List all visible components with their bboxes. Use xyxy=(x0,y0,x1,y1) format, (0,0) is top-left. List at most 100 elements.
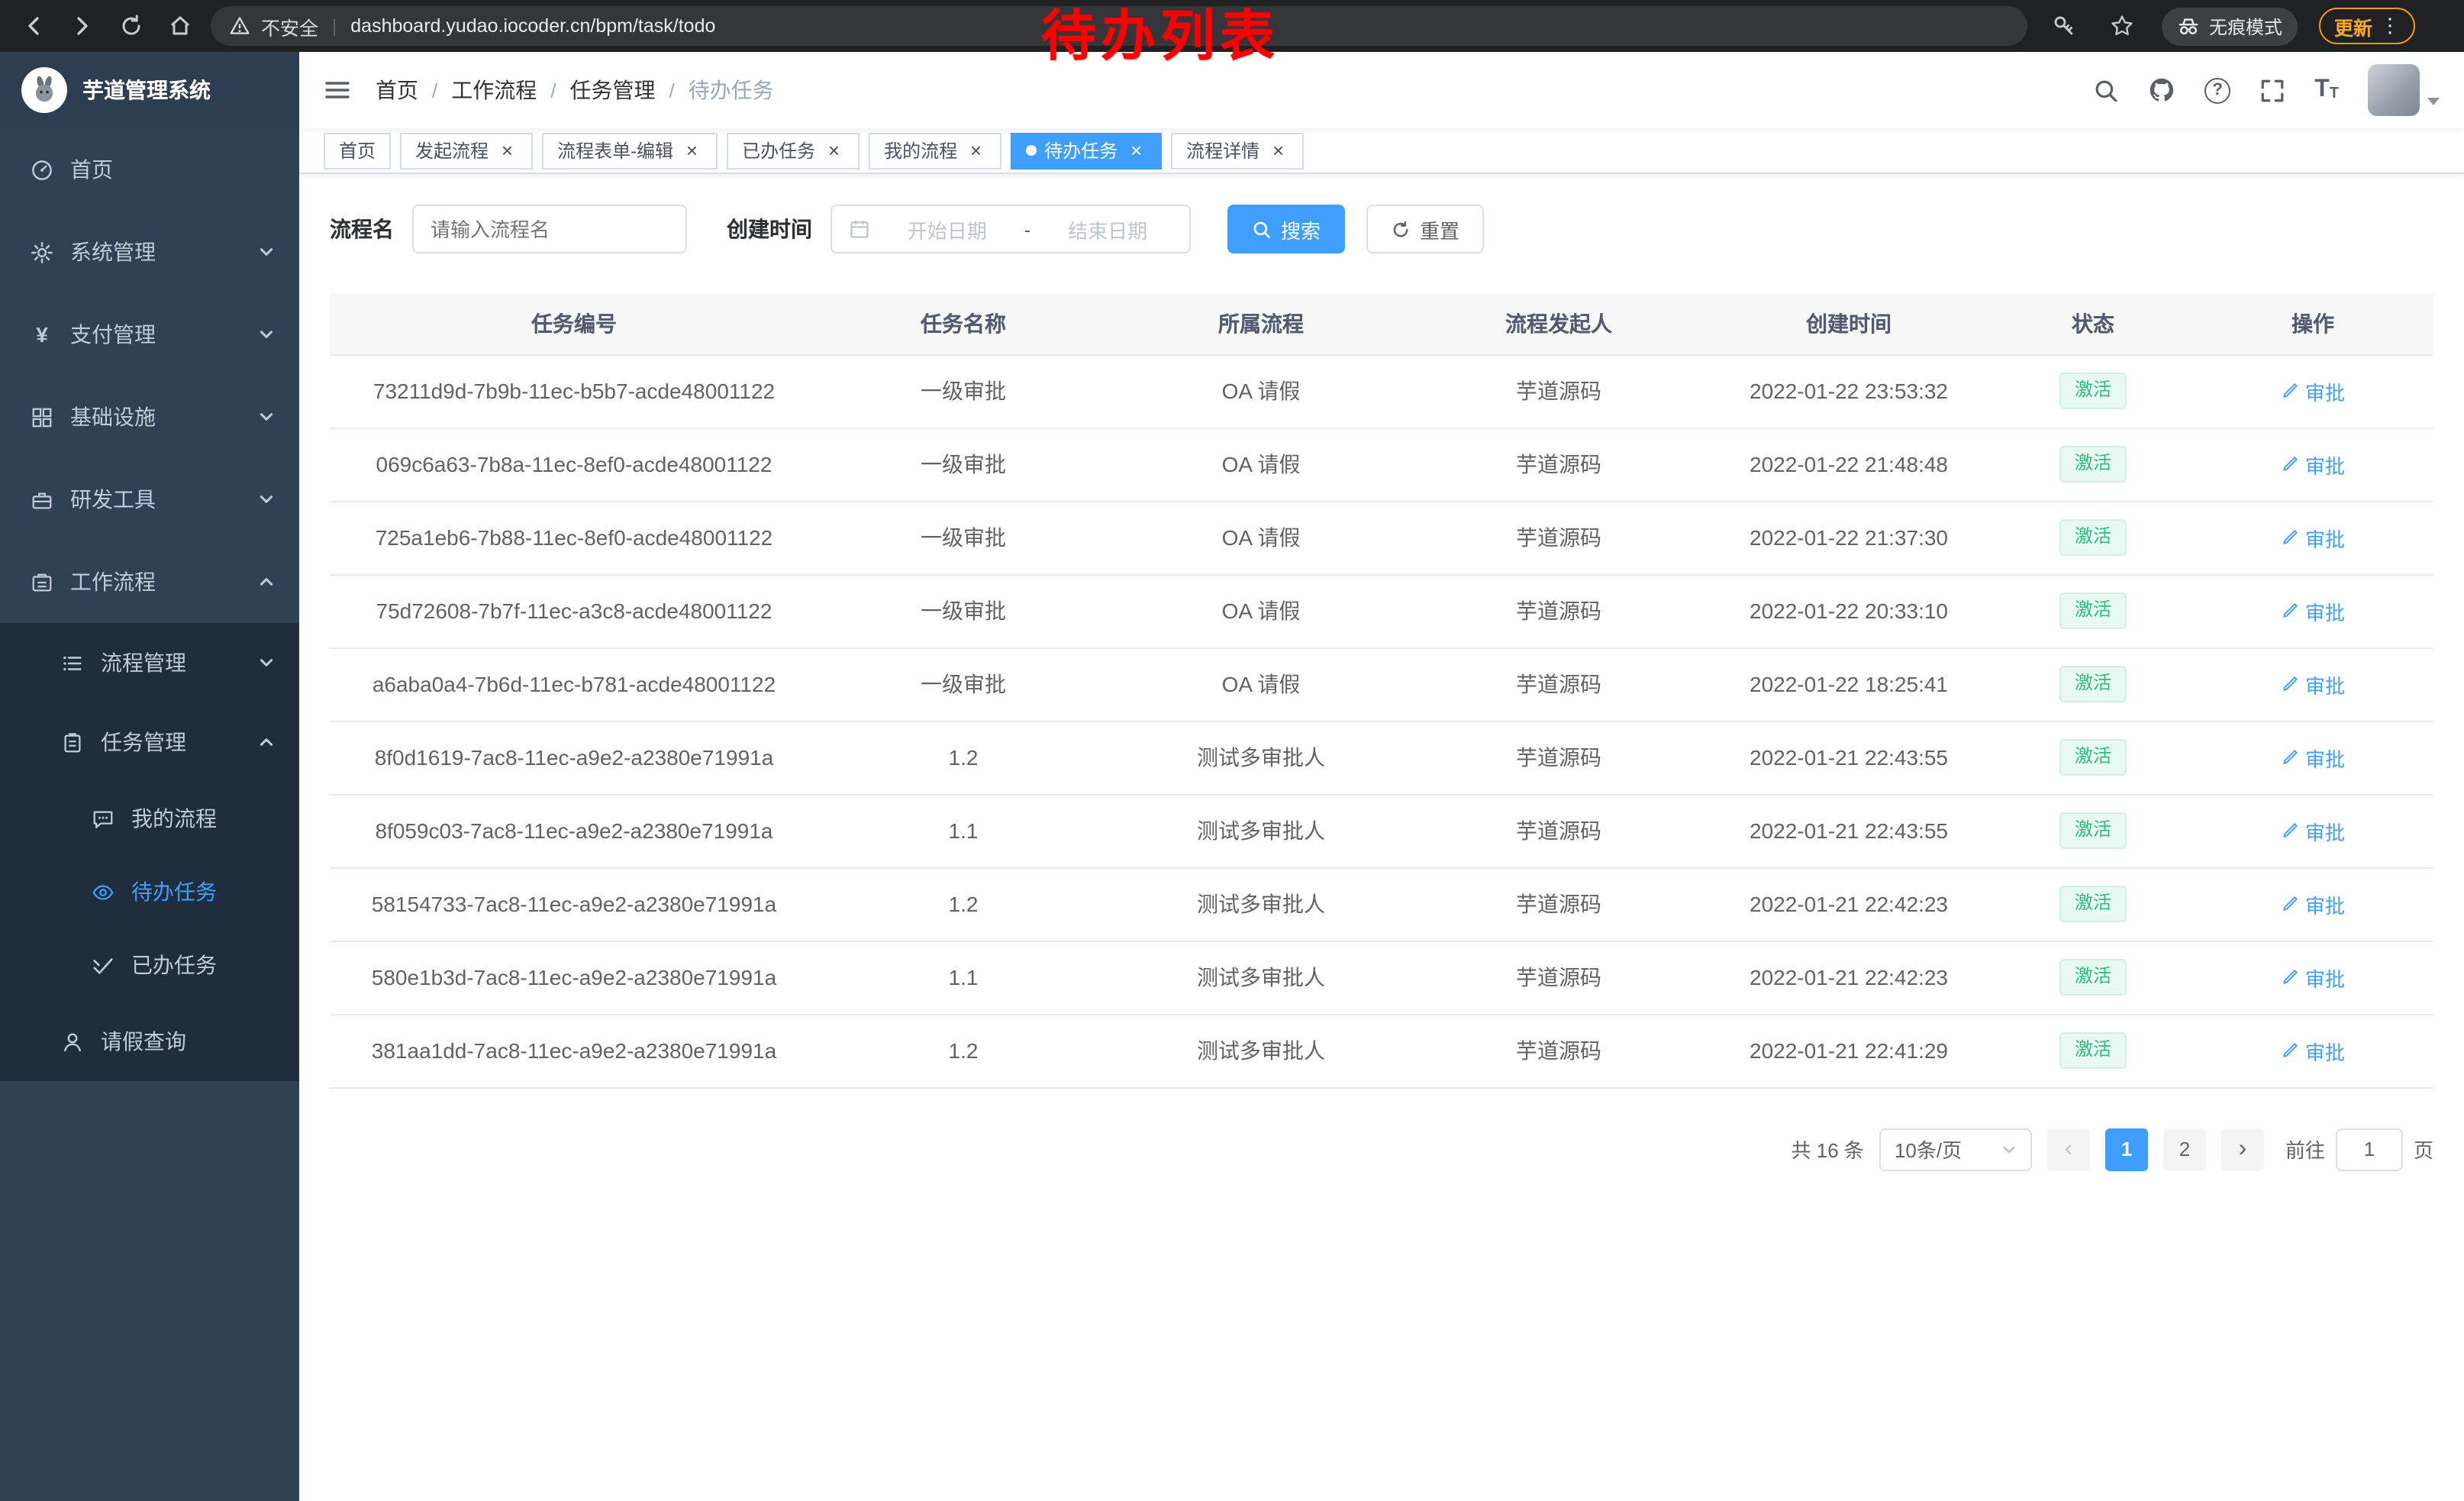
sidebar-item-process-mgmt[interactable]: 流程管理 xyxy=(0,623,299,702)
sidebar-item-home[interactable]: 首页 xyxy=(0,128,299,211)
filter-bar: 流程名 创建时间 开始日期 - 结束日期 xyxy=(330,205,2433,253)
sidebar-item-leave-query[interactable]: 请假查询 xyxy=(0,1002,299,1081)
close-icon[interactable]: × xyxy=(823,140,844,161)
fullscreen-icon[interactable] xyxy=(2259,77,2285,103)
approve-label: 审批 xyxy=(2305,743,2345,772)
security-label[interactable]: 不安全 xyxy=(261,11,318,40)
initiator-cell: 芋道源码 xyxy=(1414,1014,1704,1087)
tab-home[interactable]: 首页 xyxy=(324,132,391,169)
goto-input[interactable] xyxy=(2336,1128,2403,1170)
close-icon[interactable]: × xyxy=(965,140,986,161)
sidebar-item-done-tasks[interactable]: 已办任务 xyxy=(0,928,299,1002)
back-icon[interactable] xyxy=(15,8,52,44)
sidebar-item-label: 首页 xyxy=(70,154,113,185)
sidebar-item-label: 支付管理 xyxy=(70,319,156,350)
prev-page-button[interactable]: ‹ xyxy=(2047,1128,2090,1170)
breadcrumb-workflow[interactable]: 工作流程 xyxy=(451,75,537,105)
breadcrumb-separator: / xyxy=(432,79,437,102)
search-icon[interactable] xyxy=(2093,77,2119,103)
main-area: 首页 / 工作流程 / 任务管理 / 待办任务 ? xyxy=(299,52,2464,1501)
approve-link[interactable]: 审批 xyxy=(2281,376,2345,405)
actions-cell: 审批 xyxy=(2192,354,2433,428)
process-cell: OA 请假 xyxy=(1108,647,1414,721)
navbar: 首页 / 工作流程 / 任务管理 / 待办任务 ? xyxy=(299,52,2464,128)
status-cell: 激活 xyxy=(1994,354,2192,428)
process-name-input[interactable] xyxy=(431,218,669,240)
sidebar-item-todo-tasks[interactable]: 待办任务 xyxy=(0,855,299,928)
sidebar-item-workflow[interactable]: 工作流程 xyxy=(0,541,299,623)
url-text[interactable]: dashboard.yudao.iocoder.cn/bpm/task/todo xyxy=(350,15,715,37)
approve-link[interactable]: 审批 xyxy=(2281,889,2345,918)
status-badge: 激活 xyxy=(2059,1032,2127,1068)
sidebar-item-payment-mgmt[interactable]: ¥ 支付管理 xyxy=(0,293,299,376)
user-menu[interactable] xyxy=(2368,64,2440,116)
address-bar[interactable]: 不安全 | dashboard.yudao.iocoder.cn/bpm/tas… xyxy=(211,6,2027,46)
status-cell: 激活 xyxy=(1994,574,2192,647)
approve-link[interactable]: 审批 xyxy=(2281,963,2345,992)
font-size-icon[interactable]: TT xyxy=(2314,78,2339,102)
sidebar-item-infrastructure[interactable]: 基础设施 xyxy=(0,376,299,458)
tab-start-process[interactable]: 发起流程 × xyxy=(400,132,533,169)
forward-icon[interactable] xyxy=(64,8,101,44)
search-button[interactable]: 搜索 xyxy=(1227,205,1345,253)
avatar[interactable] xyxy=(2368,64,2420,116)
approve-link[interactable]: 审批 xyxy=(2281,670,2345,699)
approve-link[interactable]: 审批 xyxy=(2281,596,2345,625)
end-date-placeholder[interactable]: 结束日期 xyxy=(1043,215,1172,244)
close-icon[interactable]: × xyxy=(681,140,702,161)
sidebar-item-my-processes[interactable]: 我的流程 xyxy=(0,782,299,855)
eye-icon xyxy=(92,880,114,903)
page-button-2[interactable]: 2 xyxy=(2163,1128,2206,1170)
close-icon[interactable]: × xyxy=(496,140,518,161)
page-size-select[interactable]: 10条/页 xyxy=(1879,1128,2032,1170)
approve-link[interactable]: 审批 xyxy=(2281,523,2345,552)
update-button[interactable]: 更新 ⋮ xyxy=(2319,8,2415,44)
help-icon[interactable]: ? xyxy=(2204,77,2230,103)
breadcrumb-separator: / xyxy=(550,79,556,102)
approve-link[interactable]: 审批 xyxy=(2281,816,2345,845)
approve-link[interactable]: 审批 xyxy=(2281,1036,2345,1065)
table-row: 8f0d1619-7ac8-11ec-a9e2-a2380e71991a 1.2… xyxy=(330,721,2433,794)
github-icon[interactable] xyxy=(2148,76,2175,104)
next-page-button[interactable]: › xyxy=(2221,1128,2264,1170)
tab-done-tasks[interactable]: 已办任务 × xyxy=(727,132,859,169)
breadcrumb-task-mgmt[interactable]: 任务管理 xyxy=(570,75,656,105)
hamburger-icon[interactable] xyxy=(324,76,351,104)
tab-label: 待办任务 xyxy=(1044,137,1118,163)
tab-form-edit[interactable]: 流程表单-编辑 × xyxy=(542,132,718,169)
tab-my-processes[interactable]: 我的流程 × xyxy=(869,132,1001,169)
approve-link[interactable]: 审批 xyxy=(2281,450,2345,479)
status-cell: 激活 xyxy=(1994,941,2192,1014)
sidebar-item-dev-tools[interactable]: 研发工具 xyxy=(0,458,299,541)
created-cell: 2022-01-21 22:43:55 xyxy=(1704,794,1994,867)
start-date-placeholder[interactable]: 开始日期 xyxy=(882,215,1012,244)
star-icon[interactable] xyxy=(2104,8,2140,44)
sidebar-item-system-mgmt[interactable]: 系统管理 xyxy=(0,211,299,293)
pagination: 共 16 条 10条/页 ‹ 1 2 › 前往 页 xyxy=(330,1128,2433,1170)
sidebar-item-task-mgmt[interactable]: 任务管理 xyxy=(0,702,299,782)
logo-avatar-icon xyxy=(21,67,67,113)
initiator-cell: 芋道源码 xyxy=(1414,501,1704,574)
close-icon[interactable]: × xyxy=(1125,140,1147,161)
task-id-cell: 8f059c03-7ac8-11ec-a9e2-a2380e71991a xyxy=(330,794,818,867)
key-icon[interactable] xyxy=(2046,8,2082,44)
screen: 不安全 | dashboard.yudao.iocoder.cn/bpm/tas… xyxy=(0,0,2464,1501)
close-icon[interactable]: × xyxy=(1267,140,1288,161)
tab-todo-tasks[interactable]: 待办任务 × xyxy=(1011,132,1162,169)
home-icon[interactable] xyxy=(162,8,198,44)
page-button-1[interactable]: 1 xyxy=(2105,1128,2148,1170)
app-logo[interactable]: 芋道管理系统 xyxy=(0,52,299,128)
app: 芋道管理系统 首页 系统管理 ¥ 支付管理 xyxy=(0,52,2464,1501)
browser-chrome: 不安全 | dashboard.yudao.iocoder.cn/bpm/tas… xyxy=(0,0,2464,52)
reload-icon[interactable] xyxy=(113,8,150,44)
reset-button[interactable]: 重置 xyxy=(1366,205,1484,253)
update-label: 更新 xyxy=(2334,11,2372,40)
breadcrumb-home[interactable]: 首页 xyxy=(376,75,418,105)
list-icon xyxy=(61,651,84,674)
approve-link[interactable]: 审批 xyxy=(2281,743,2345,772)
breadcrumb-current: 待办任务 xyxy=(689,75,774,105)
actions-cell: 审批 xyxy=(2192,794,2433,867)
menu-dots-icon[interactable]: ⋮ xyxy=(2380,14,2400,38)
tab-process-detail[interactable]: 流程详情 × xyxy=(1171,132,1304,169)
date-range-input[interactable]: 开始日期 - 结束日期 xyxy=(830,205,1191,253)
